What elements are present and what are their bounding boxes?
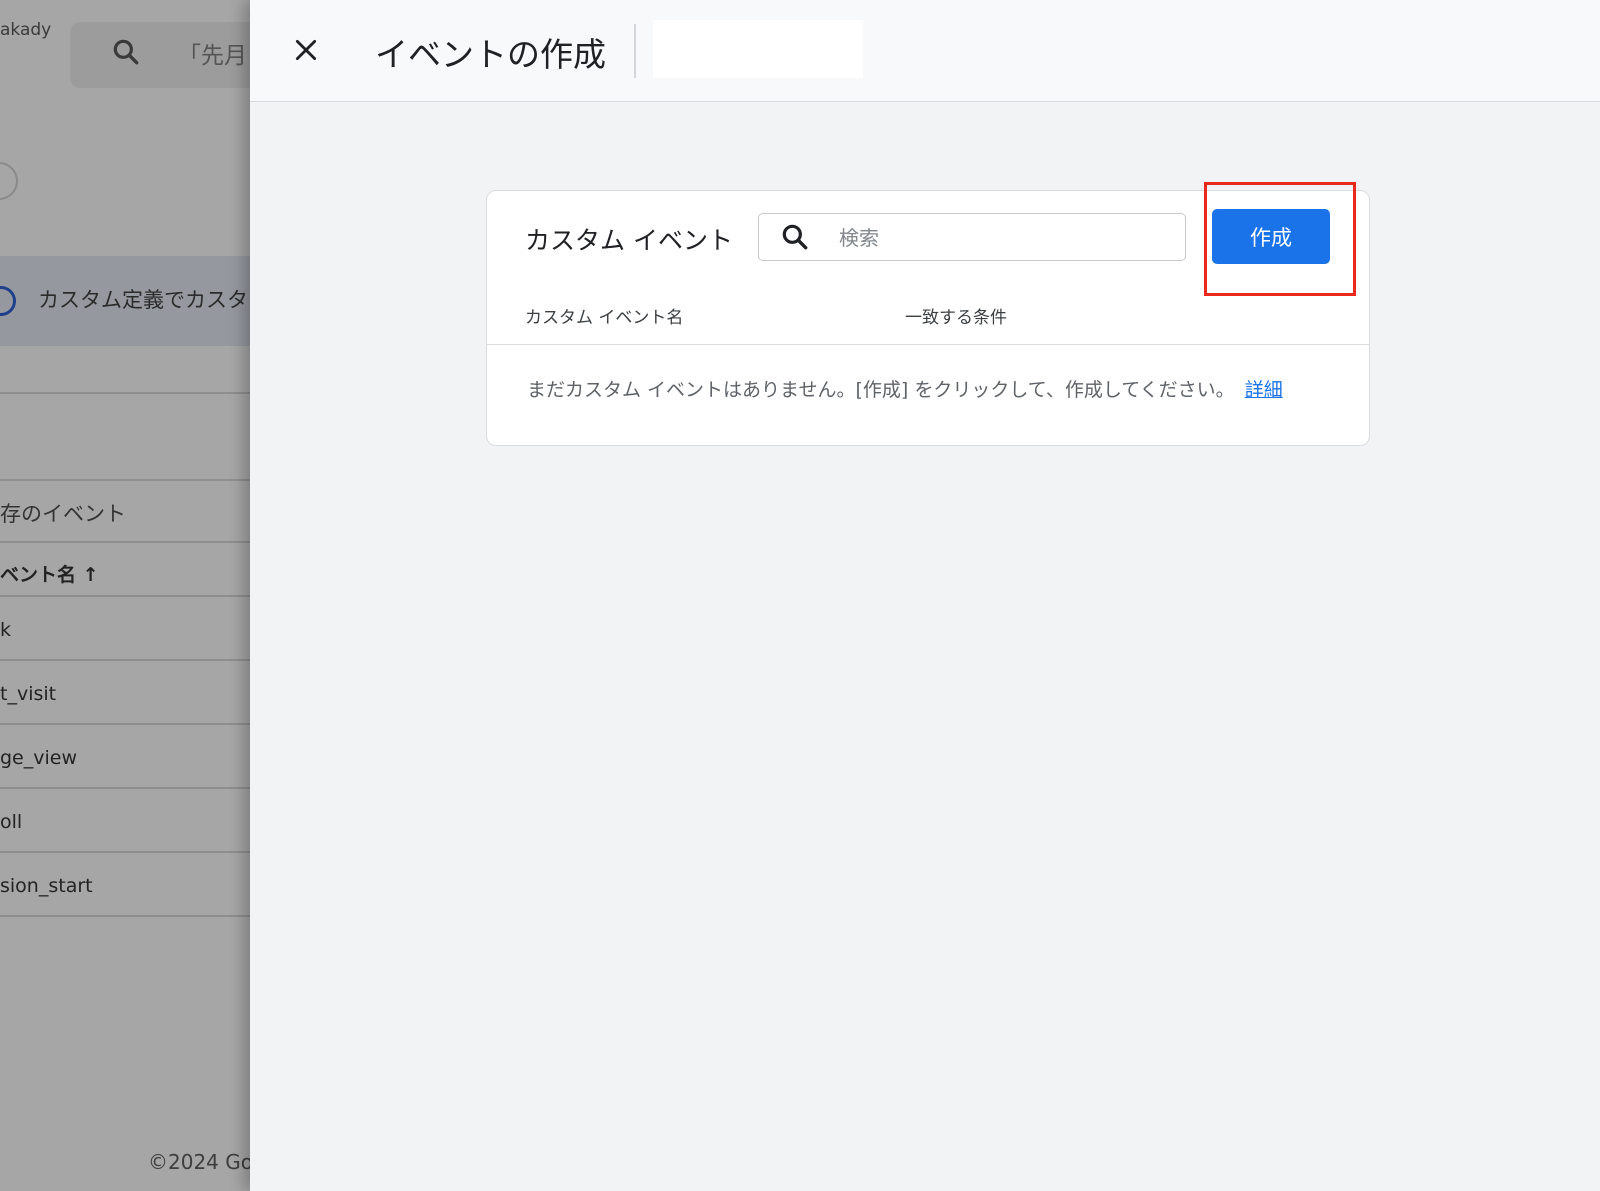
column-header-matching-conditions: 一致する条件 xyxy=(905,308,1007,328)
search-icon xyxy=(782,224,808,250)
divider xyxy=(0,915,250,917)
divider xyxy=(0,787,250,789)
background-section-title: 存のイベント xyxy=(0,502,126,526)
custom-events-card: カスタム イベント 作成 カスタム イベント名 一致する条件 まだカスタム イベ… xyxy=(486,190,1370,446)
background-avatar-circle xyxy=(0,162,18,200)
learn-more-link[interactable]: 詳細 xyxy=(1245,379,1283,401)
background-footer: ©2024 Go xyxy=(148,1150,250,1174)
divider xyxy=(0,392,250,394)
table-row: k xyxy=(0,619,12,641)
search-icon xyxy=(113,39,139,65)
empty-state-message: まだカスタム イベントはありません。[作成] をクリックして、作成してください。 xyxy=(527,379,1235,401)
create-button[interactable]: 作成 xyxy=(1212,209,1330,264)
background-banner-text: カスタム定義でカスタ xyxy=(38,288,248,312)
background-column-header: ベント名 ↑ xyxy=(0,564,99,586)
divider xyxy=(0,541,250,543)
background-page: akady 「先月 カスタム定義でカスタ 存のイベント ベント名 ↑ k t_v… xyxy=(0,0,250,1191)
divider xyxy=(0,659,250,661)
table-row: ge_view xyxy=(0,747,78,769)
table-row: oll xyxy=(0,811,23,833)
drawer-title: イベントの作成 xyxy=(375,35,606,74)
header-blank-field xyxy=(653,20,863,78)
search-box xyxy=(758,213,1186,262)
divider xyxy=(0,479,250,481)
divider xyxy=(487,344,1369,345)
column-header-event-name: カスタム イベント名 xyxy=(525,308,684,328)
card-title: カスタム イベント xyxy=(525,226,733,255)
table-row: sion_start xyxy=(0,875,93,897)
table-row: t_visit xyxy=(0,683,57,705)
divider xyxy=(0,723,250,725)
divider xyxy=(0,851,250,853)
account-name: akady xyxy=(0,20,52,40)
divider xyxy=(0,595,250,597)
background-search-text: 「先月 xyxy=(178,43,247,69)
search-input[interactable] xyxy=(837,214,1171,262)
close-button[interactable] xyxy=(286,30,326,70)
empty-state: まだカスタム イベントはありません。[作成] をクリックして、作成してください。… xyxy=(527,375,1283,402)
close-icon xyxy=(295,39,317,61)
drawer-header: イベントの作成 xyxy=(250,0,1600,102)
create-event-drawer: イベントの作成 カスタム イベント 作成 カスタム イベント名 一致する条件 ま… xyxy=(250,0,1600,1191)
header-divider xyxy=(634,24,636,78)
